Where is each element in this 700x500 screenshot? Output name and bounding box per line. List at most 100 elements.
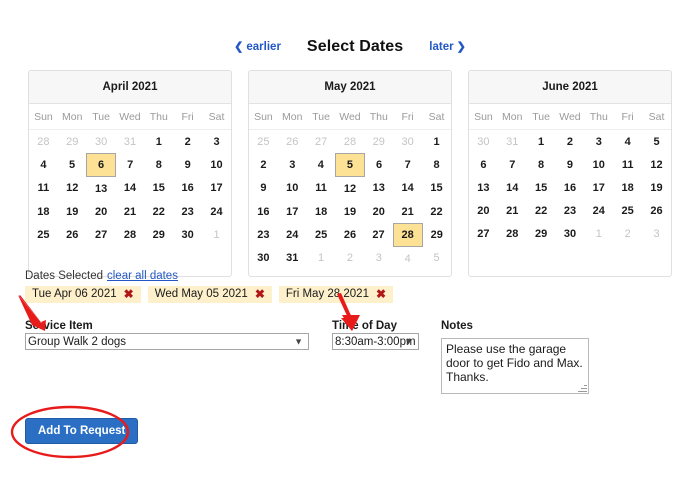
calendar-day[interactable]: 2 bbox=[556, 130, 585, 154]
calendar-day[interactable]: 14 bbox=[498, 176, 527, 199]
calendar-day[interactable]: 23 bbox=[249, 224, 278, 247]
calendar-day[interactable]: 16 bbox=[249, 200, 278, 224]
remove-date-icon[interactable]: ✖ bbox=[124, 288, 134, 300]
calendar-day[interactable]: 27 bbox=[469, 222, 498, 245]
service-item-select[interactable]: Group Walk 2 dogs bbox=[25, 333, 309, 350]
calendar-day[interactable]: 20 bbox=[364, 200, 393, 224]
calendar-day[interactable]: 13 bbox=[87, 177, 116, 201]
calendar-day[interactable]: 26 bbox=[58, 223, 87, 246]
calendar-day[interactable]: 10 bbox=[202, 154, 231, 177]
add-to-request-button[interactable]: Add To Request bbox=[25, 418, 139, 444]
calendar-day[interactable]: 13 bbox=[364, 177, 393, 201]
calendar-day[interactable]: 22 bbox=[527, 199, 556, 222]
later-nav-link[interactable]: later ❯ bbox=[429, 41, 466, 53]
calendar-day[interactable]: 4 bbox=[307, 154, 336, 177]
time-of-day-select[interactable]: 8:30am-3:00pm bbox=[332, 333, 419, 350]
calendar-day[interactable]: 3 bbox=[584, 130, 613, 154]
calendar-day[interactable]: 1 bbox=[527, 130, 556, 154]
calendar-day[interactable]: 7 bbox=[393, 154, 422, 177]
calendar-day[interactable]: 28 bbox=[116, 223, 145, 246]
notes-textarea[interactable] bbox=[441, 338, 589, 394]
calendar-day[interactable]: 14 bbox=[116, 177, 145, 201]
calendar-day[interactable]: 27 bbox=[87, 223, 116, 246]
calendar-day[interactable]: 19 bbox=[642, 176, 671, 199]
calendar-day[interactable]: 5 bbox=[58, 154, 87, 177]
calendar-day[interactable]: 23 bbox=[173, 200, 202, 223]
calendar-day[interactable]: 22 bbox=[144, 200, 173, 223]
calendar-day[interactable]: 8 bbox=[422, 154, 451, 177]
calendar-day[interactable]: 22 bbox=[422, 200, 451, 224]
clear-all-dates-link[interactable]: clear all dates bbox=[107, 270, 178, 282]
calendar-day[interactable]: 21 bbox=[116, 200, 145, 223]
calendar-day[interactable]: 8 bbox=[144, 154, 173, 177]
remove-date-icon[interactable]: ✖ bbox=[376, 288, 386, 300]
calendar-day[interactable]: 29 bbox=[527, 222, 556, 245]
calendar-day[interactable]: 6 bbox=[469, 153, 498, 176]
calendar-day[interactable]: 29 bbox=[422, 224, 451, 247]
calendar-day[interactable]: 31 bbox=[278, 247, 307, 271]
calendar-day[interactable]: 15 bbox=[144, 177, 173, 201]
calendar-day[interactable]: 29 bbox=[144, 223, 173, 246]
calendar-day-selected[interactable]: 28 bbox=[392, 223, 423, 247]
calendar-day[interactable]: 26 bbox=[336, 224, 365, 247]
calendar-day[interactable]: 21 bbox=[498, 199, 527, 222]
calendar-day[interactable]: 24 bbox=[278, 224, 307, 247]
calendar-day[interactable]: 28 bbox=[498, 222, 527, 245]
calendar-day[interactable]: 16 bbox=[173, 177, 202, 201]
calendar-day[interactable]: 1 bbox=[422, 130, 451, 154]
calendar-day[interactable]: 30 bbox=[556, 222, 585, 245]
calendar-day[interactable]: 9 bbox=[249, 177, 278, 201]
calendar-day[interactable]: 4 bbox=[29, 154, 58, 177]
calendar-day[interactable]: 9 bbox=[173, 154, 202, 177]
calendar-day[interactable]: 20 bbox=[87, 200, 116, 223]
calendar-day[interactable]: 26 bbox=[642, 199, 671, 222]
calendar-day[interactable]: 10 bbox=[278, 177, 307, 201]
calendar-day[interactable]: 7 bbox=[116, 154, 145, 177]
calendar-day[interactable]: 20 bbox=[469, 199, 498, 222]
calendar-day[interactable]: 17 bbox=[584, 176, 613, 199]
calendar-day[interactable]: 11 bbox=[29, 177, 58, 201]
calendar-day[interactable]: 15 bbox=[527, 176, 556, 199]
calendar-day[interactable]: 27 bbox=[364, 224, 393, 247]
calendar-day[interactable]: 11 bbox=[307, 177, 336, 201]
calendar-day[interactable]: 6 bbox=[364, 154, 393, 177]
calendar-day-selected[interactable]: 5 bbox=[335, 153, 365, 177]
calendar-day[interactable]: 3 bbox=[202, 130, 231, 154]
calendar-day[interactable]: 15 bbox=[422, 177, 451, 201]
calendar-day[interactable]: 17 bbox=[278, 200, 307, 224]
calendar-day[interactable]: 19 bbox=[336, 200, 365, 224]
calendar-day[interactable]: 25 bbox=[29, 223, 58, 246]
calendar-day[interactable]: 30 bbox=[249, 247, 278, 271]
calendar-day[interactable]: 12 bbox=[642, 153, 671, 176]
calendar-day[interactable]: 14 bbox=[393, 177, 422, 201]
calendar-day[interactable]: 17 bbox=[202, 177, 231, 201]
calendar-day[interactable]: 9 bbox=[556, 153, 585, 176]
calendar-day[interactable]: 21 bbox=[393, 200, 422, 224]
calendar-day[interactable]: 13 bbox=[469, 176, 498, 199]
calendar-day[interactable]: 18 bbox=[307, 200, 336, 224]
calendar-day[interactable]: 3 bbox=[278, 154, 307, 177]
calendar-day[interactable]: 18 bbox=[613, 176, 642, 199]
calendar-day[interactable]: 18 bbox=[29, 200, 58, 223]
calendar-day[interactable]: 10 bbox=[584, 153, 613, 176]
calendar-day[interactable]: 12 bbox=[336, 177, 365, 201]
calendar-day[interactable]: 4 bbox=[613, 130, 642, 154]
calendar-day[interactable]: 12 bbox=[58, 177, 87, 201]
calendar-day-selected[interactable]: 6 bbox=[86, 153, 117, 177]
calendar-day[interactable]: 2 bbox=[249, 154, 278, 177]
calendar-day[interactable]: 1 bbox=[144, 130, 173, 154]
calendar-day[interactable]: 8 bbox=[527, 153, 556, 176]
calendar-day[interactable]: 2 bbox=[173, 130, 202, 154]
calendar-day[interactable]: 5 bbox=[642, 130, 671, 154]
calendar-day[interactable]: 25 bbox=[307, 224, 336, 247]
calendar-day[interactable]: 16 bbox=[556, 176, 585, 199]
calendar-day[interactable]: 11 bbox=[613, 153, 642, 176]
calendar-day[interactable]: 30 bbox=[173, 223, 202, 246]
calendar-day[interactable]: 24 bbox=[584, 199, 613, 222]
earlier-nav-link[interactable]: ❮ earlier bbox=[234, 41, 281, 53]
calendar-day[interactable]: 25 bbox=[613, 199, 642, 222]
calendar-day[interactable]: 24 bbox=[202, 200, 231, 223]
calendar-day[interactable]: 19 bbox=[58, 200, 87, 223]
calendar-day[interactable]: 7 bbox=[498, 153, 527, 176]
remove-date-icon[interactable]: ✖ bbox=[255, 288, 265, 300]
